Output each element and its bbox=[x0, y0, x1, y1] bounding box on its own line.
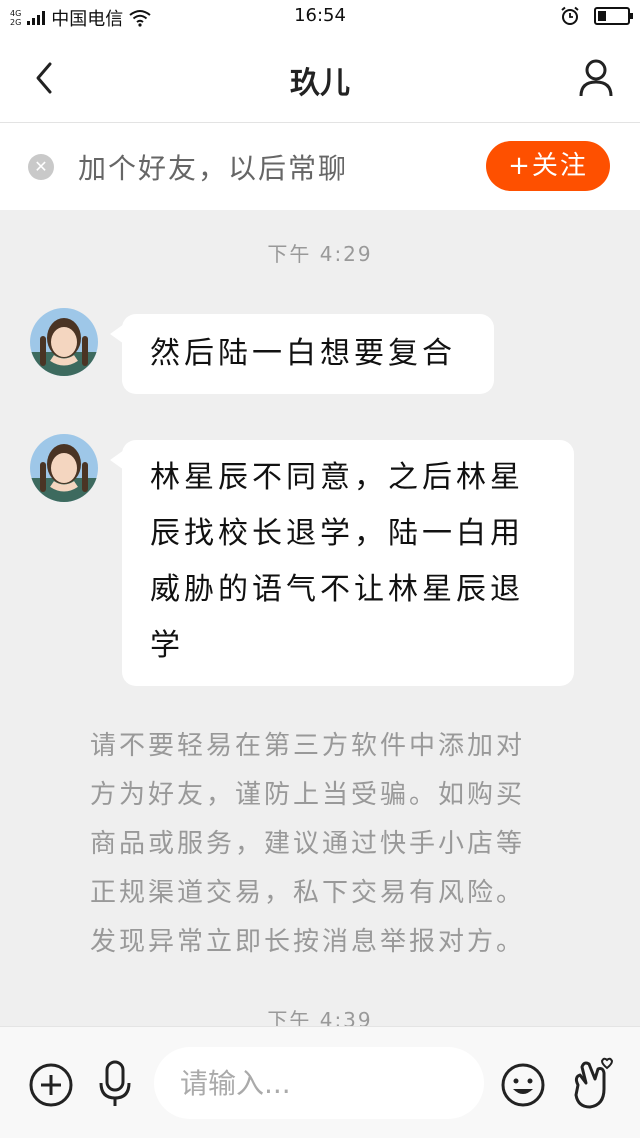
notice-line: 发现异常立即长按消息举报对方。 bbox=[90, 927, 526, 957]
person-icon[interactable] bbox=[578, 58, 614, 98]
safety-notice: 请不要轻易在第三方软件中添加对 方为好友，谨防上当受骗。如购买 商品或服务，建议… bbox=[90, 722, 560, 967]
microphone-icon[interactable] bbox=[96, 1059, 134, 1109]
message-text: 然后陆一白想要复合 bbox=[150, 336, 456, 371]
emoji-icon[interactable] bbox=[500, 1062, 546, 1108]
close-icon[interactable]: ✕ bbox=[28, 154, 54, 180]
message-bubble[interactable]: 然后陆一白想要复合 bbox=[110, 314, 494, 394]
message-timestamp: 下午 4:29 bbox=[267, 242, 373, 266]
chat-header: 玖儿 bbox=[0, 32, 640, 122]
clock-time: 16:54 bbox=[294, 5, 346, 26]
battery-fill bbox=[598, 11, 607, 21]
message-line: 林星辰不同意，之后林星 bbox=[150, 460, 524, 495]
plus-circle-icon[interactable] bbox=[28, 1062, 74, 1108]
notice-line: 请不要轻易在第三方软件中添加对 bbox=[90, 731, 526, 761]
notice-line: 方为好友，谨防上当受骗。如购买 bbox=[90, 780, 526, 810]
battery-icon bbox=[594, 7, 633, 25]
message-input[interactable] bbox=[154, 1047, 484, 1119]
finger-heart-icon[interactable] bbox=[568, 1055, 614, 1111]
follow-banner: ✕ 加个好友，以后常聊 +关注 bbox=[0, 123, 640, 210]
chat-title: 玖儿 bbox=[290, 66, 350, 101]
message-line: 辰找校长退学，陆一白用 bbox=[150, 516, 524, 551]
alarm-icon bbox=[561, 6, 579, 25]
avatar[interactable] bbox=[30, 308, 98, 376]
message-bubble[interactable]: 林星辰不同意，之后林星 辰找校长退学，陆一白用 威胁的语气不让林星辰退 学 bbox=[110, 440, 574, 686]
input-bar bbox=[0, 1026, 640, 1138]
message-line: 威胁的语气不让林星辰退 bbox=[150, 572, 524, 607]
follow-button[interactable]: +关注 bbox=[486, 141, 610, 191]
notice-line: 正规渠道交易，私下交易有风险。 bbox=[90, 878, 526, 908]
follow-hint: 加个好友，以后常聊 bbox=[78, 152, 349, 185]
message-line: 学 bbox=[150, 628, 184, 663]
notice-line: 商品或服务，建议通过快手小店等 bbox=[90, 829, 526, 859]
status-bar: 4G 2G 中国电信 16:54 bbox=[0, 0, 640, 32]
avatar[interactable] bbox=[30, 434, 98, 502]
